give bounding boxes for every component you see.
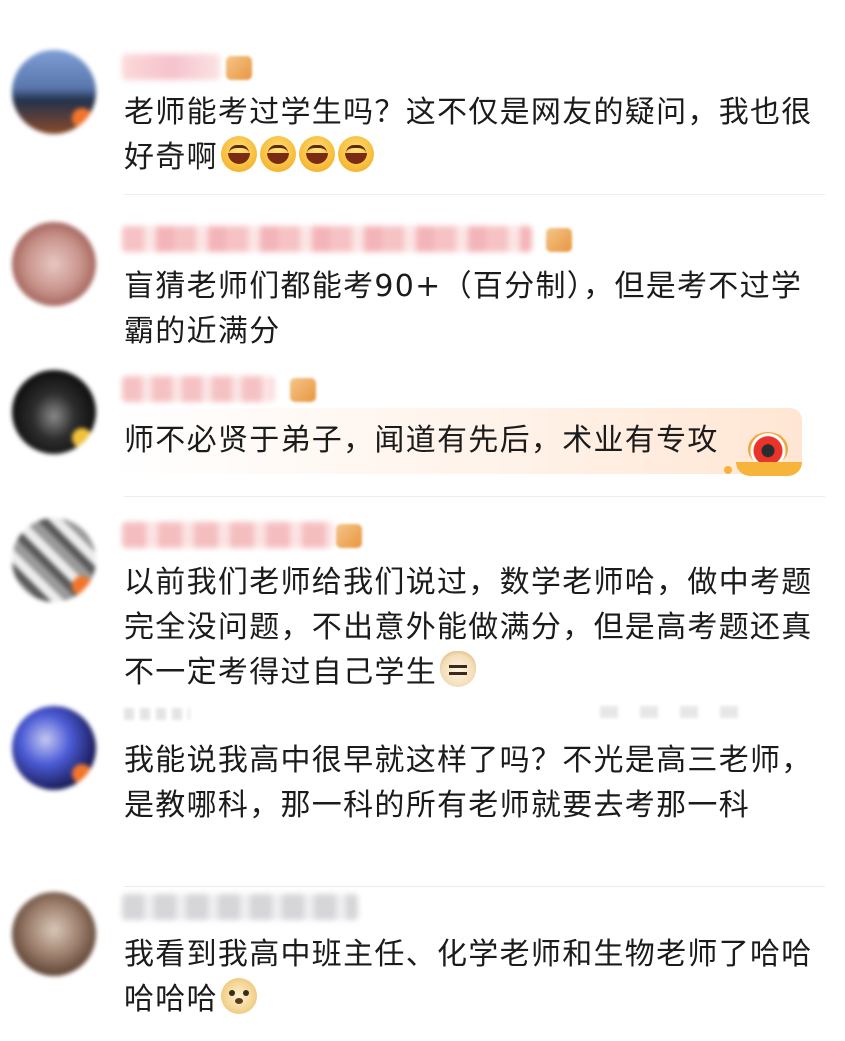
laugh-emoji-icon <box>298 136 335 172</box>
cat-emoji-icon <box>440 651 476 687</box>
verified-badge-icon <box>72 108 92 128</box>
divider <box>124 496 825 497</box>
comment-item: 我看到我高中班主任、化学老师和生物老师了哈哈哈哈哈 <box>0 880 845 1041</box>
divider <box>124 194 825 195</box>
comment-item: 以前我们老师给我们说过，数学老师哈，做中考题完全没问题，不出意外能做满分，但是高… <box>0 500 845 700</box>
avatar[interactable] <box>12 706 96 790</box>
avatar[interactable] <box>12 518 96 602</box>
avatar[interactable] <box>12 892 96 976</box>
comment-text: 师不必贤于弟子，闻道有先后，术业有专攻 <box>124 418 825 463</box>
comment-text-content: 师不必贤于弟子，闻道有先后，术业有专攻 <box>124 423 719 458</box>
level-badge-icon <box>336 524 362 548</box>
username[interactable] <box>122 226 532 252</box>
comment-text: 老师能考过学生吗？这不仅是网友的疑问，我也很好奇啊 <box>124 90 825 180</box>
comment-item: 盲猜老师们都能考90+（百分制），但是考不过学霸的近满分 <box>0 200 845 360</box>
coin-eye-sticker-icon <box>724 432 808 476</box>
laugh-emoji-icon <box>337 136 374 172</box>
username[interactable] <box>122 376 274 402</box>
avatar[interactable] <box>12 50 96 134</box>
username[interactable] <box>122 894 358 920</box>
verified-badge-icon <box>72 764 92 784</box>
verified-badge-icon <box>72 428 92 448</box>
laugh-emoji-icon <box>259 136 296 172</box>
comment-text-content: 盲猜老师们都能考90+（百分制），但是考不过学霸的近满分 <box>124 269 803 349</box>
laugh-emoji-icon <box>220 136 257 172</box>
comment-text: 我看到我高中班主任、化学老师和生物老师了哈哈哈哈哈 <box>124 932 825 1022</box>
verified-badge-icon <box>72 576 92 596</box>
avatar[interactable] <box>12 370 96 454</box>
username[interactable] <box>122 54 220 80</box>
level-badge-icon <box>290 378 316 402</box>
faint-marks <box>600 706 760 718</box>
comment-text-content: 我能说我高中很早就这样了吗？不光是高三老师，是教哪科，那一科的所有老师就要去考那… <box>124 743 813 823</box>
level-badge-icon <box>226 56 252 80</box>
doge-emoji-icon <box>220 978 257 1014</box>
comment-item: 我能说我高中很早就这样了吗？不光是高三老师，是教哪科，那一科的所有老师就要去考那… <box>0 700 845 887</box>
comment-text: 以前我们老师给我们说过，数学老师哈，做中考题完全没问题，不出意外能做满分，但是高… <box>124 560 825 695</box>
comment-item: 老师能考过学生吗？这不仅是网友的疑问，我也很好奇啊 <box>0 0 845 200</box>
level-badge-icon <box>546 228 572 252</box>
avatar[interactable] <box>12 222 96 306</box>
faint-marks <box>124 708 190 720</box>
username[interactable] <box>122 522 334 548</box>
comment-text: 盲猜老师们都能考90+（百分制），但是考不过学霸的近满分 <box>124 264 825 354</box>
comment-text: 我能说我高中很早就这样了吗？不光是高三老师，是教哪科，那一科的所有老师就要去考那… <box>124 738 825 828</box>
comment-item: 师不必贤于弟子，闻道有先后，术业有专攻 <box>0 360 845 500</box>
